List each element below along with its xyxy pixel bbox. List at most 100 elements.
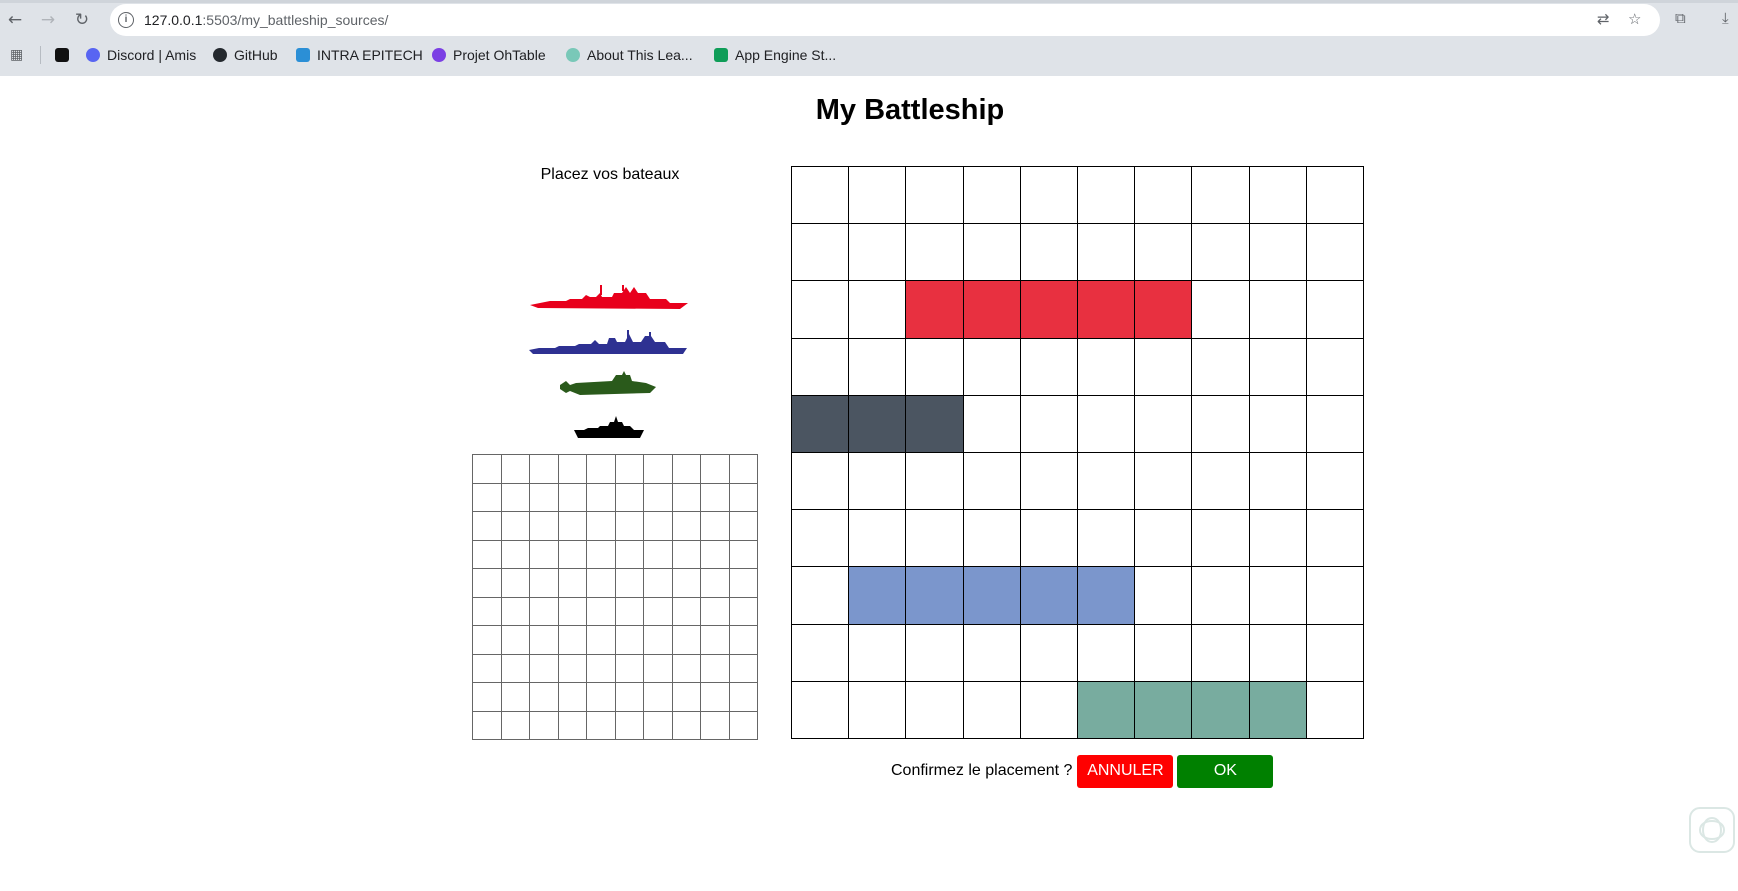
placement-grid-cell[interactable] bbox=[1249, 281, 1307, 339]
opponent-grid-cell[interactable] bbox=[729, 569, 758, 598]
placement-grid-cell[interactable] bbox=[1192, 567, 1250, 625]
opponent-grid-cell[interactable] bbox=[672, 654, 701, 683]
opponent-grid-cell[interactable] bbox=[615, 597, 644, 626]
opponent-grid-cell[interactable] bbox=[644, 654, 673, 683]
opponent-grid-cell[interactable] bbox=[530, 683, 559, 712]
opponent-grid-cell[interactable] bbox=[587, 483, 616, 512]
opponent-grid-cell[interactable] bbox=[615, 540, 644, 569]
opponent-grid-cell[interactable] bbox=[615, 483, 644, 512]
placement-grid-cell[interactable] bbox=[1306, 224, 1364, 282]
opponent-grid-cell[interactable] bbox=[473, 540, 502, 569]
address-url[interactable]: 127.0.0.1:5503/my_battleship_sources/ bbox=[144, 12, 388, 28]
opponent-grid-cell[interactable] bbox=[587, 654, 616, 683]
placement-grid-cell[interactable] bbox=[849, 681, 907, 739]
placement-grid-cell[interactable] bbox=[1249, 453, 1307, 511]
red-ship-cell[interactable] bbox=[1020, 281, 1078, 339]
back-icon[interactable]: ← bbox=[4, 9, 26, 31]
placement-grid-cell[interactable] bbox=[792, 338, 850, 396]
placement-grid-cell[interactable] bbox=[1249, 624, 1307, 682]
opponent-grid-cell[interactable] bbox=[672, 683, 701, 712]
placement-grid-cell[interactable] bbox=[906, 167, 964, 225]
placement-grid-cell[interactable] bbox=[1192, 624, 1250, 682]
placement-grid-cell[interactable] bbox=[1306, 281, 1364, 339]
bookmark-item[interactable] bbox=[55, 46, 76, 64]
gray-ship-cell[interactable] bbox=[906, 395, 964, 453]
placement-grid-cell[interactable] bbox=[1192, 510, 1250, 568]
placement-grid-cell[interactable] bbox=[1020, 624, 1078, 682]
placement-grid-cell[interactable] bbox=[1078, 224, 1136, 282]
opponent-grid[interactable] bbox=[472, 454, 758, 740]
opponent-grid-cell[interactable] bbox=[729, 597, 758, 626]
red-ship-cell[interactable] bbox=[1135, 281, 1193, 339]
blue-ship-cell[interactable] bbox=[1020, 567, 1078, 625]
bookmark-item[interactable]: Discord | Amis bbox=[86, 46, 196, 64]
opponent-grid-cell[interactable] bbox=[558, 569, 587, 598]
opponent-grid-cell[interactable] bbox=[644, 455, 673, 484]
gray-ship-cell[interactable] bbox=[792, 395, 850, 453]
placement-grid-cell[interactable] bbox=[963, 453, 1021, 511]
placement-grid-cell[interactable] bbox=[906, 453, 964, 511]
placement-grid-cell[interactable] bbox=[1249, 395, 1307, 453]
opponent-grid-cell[interactable] bbox=[501, 540, 530, 569]
opponent-grid-cell[interactable] bbox=[587, 569, 616, 598]
placement-grid-cell[interactable] bbox=[906, 338, 964, 396]
bookmark-item[interactable]: About This Lea... bbox=[566, 46, 693, 64]
opponent-grid-cell[interactable] bbox=[615, 711, 644, 740]
opponent-grid-cell[interactable] bbox=[644, 483, 673, 512]
opponent-grid-cell[interactable] bbox=[701, 540, 730, 569]
opponent-grid-cell[interactable] bbox=[473, 483, 502, 512]
opponent-grid-cell[interactable] bbox=[701, 626, 730, 655]
opponent-grid-cell[interactable] bbox=[530, 569, 559, 598]
opponent-grid-cell[interactable] bbox=[501, 654, 530, 683]
opponent-grid-cell[interactable] bbox=[729, 683, 758, 712]
patrol-boat-icon[interactable] bbox=[574, 416, 644, 440]
opponent-grid-cell[interactable] bbox=[530, 597, 559, 626]
opponent-grid-cell[interactable] bbox=[701, 597, 730, 626]
placement-grid-cell[interactable] bbox=[792, 510, 850, 568]
opponent-grid-cell[interactable] bbox=[672, 455, 701, 484]
placement-grid-cell[interactable] bbox=[1135, 510, 1193, 568]
opponent-grid-cell[interactable] bbox=[530, 512, 559, 541]
placement-grid-cell[interactable] bbox=[1306, 338, 1364, 396]
placement-grid-cell[interactable] bbox=[1135, 624, 1193, 682]
opponent-grid-cell[interactable] bbox=[644, 540, 673, 569]
opponent-grid-cell[interactable] bbox=[672, 569, 701, 598]
placement-grid-cell[interactable] bbox=[792, 453, 850, 511]
placement-grid-cell[interactable] bbox=[1078, 395, 1136, 453]
placement-grid-cell[interactable] bbox=[1135, 395, 1193, 453]
opponent-grid-cell[interactable] bbox=[729, 540, 758, 569]
placement-grid[interactable] bbox=[791, 166, 1364, 739]
placement-grid-cell[interactable] bbox=[1078, 338, 1136, 396]
opponent-grid-cell[interactable] bbox=[501, 683, 530, 712]
opponent-grid-cell[interactable] bbox=[672, 626, 701, 655]
placement-grid-cell[interactable] bbox=[1020, 510, 1078, 568]
placement-grid-cell[interactable] bbox=[849, 224, 907, 282]
opponent-grid-cell[interactable] bbox=[701, 654, 730, 683]
placement-grid-cell[interactable] bbox=[1078, 167, 1136, 225]
placement-grid-cell[interactable] bbox=[849, 281, 907, 339]
reload-icon[interactable]: ↻ bbox=[71, 9, 93, 31]
bookmark-item[interactable]: App Engine St... bbox=[714, 46, 836, 64]
placement-grid-cell[interactable] bbox=[1249, 567, 1307, 625]
placement-grid-cell[interactable] bbox=[1135, 453, 1193, 511]
opponent-grid-cell[interactable] bbox=[587, 683, 616, 712]
placement-grid-cell[interactable] bbox=[963, 395, 1021, 453]
placement-grid-cell[interactable] bbox=[1249, 510, 1307, 568]
opponent-grid-cell[interactable] bbox=[615, 626, 644, 655]
bookmark-item[interactable]: INTRA EPITECH bbox=[296, 46, 423, 64]
blue-ship-cell[interactable] bbox=[906, 567, 964, 625]
opponent-grid-cell[interactable] bbox=[644, 683, 673, 712]
opponent-grid-cell[interactable] bbox=[558, 483, 587, 512]
opponent-grid-cell[interactable] bbox=[729, 626, 758, 655]
placement-grid-cell[interactable] bbox=[792, 567, 850, 625]
placement-grid-cell[interactable] bbox=[1135, 567, 1193, 625]
opponent-grid-cell[interactable] bbox=[501, 512, 530, 541]
placement-grid-cell[interactable] bbox=[849, 624, 907, 682]
placement-grid-cell[interactable] bbox=[1020, 453, 1078, 511]
opponent-grid-cell[interactable] bbox=[473, 683, 502, 712]
placement-grid-cell[interactable] bbox=[792, 281, 850, 339]
placement-grid-cell[interactable] bbox=[1192, 338, 1250, 396]
placement-grid-cell[interactable] bbox=[1306, 167, 1364, 225]
teal-ship-cell[interactable] bbox=[1078, 681, 1136, 739]
opponent-grid-cell[interactable] bbox=[558, 540, 587, 569]
